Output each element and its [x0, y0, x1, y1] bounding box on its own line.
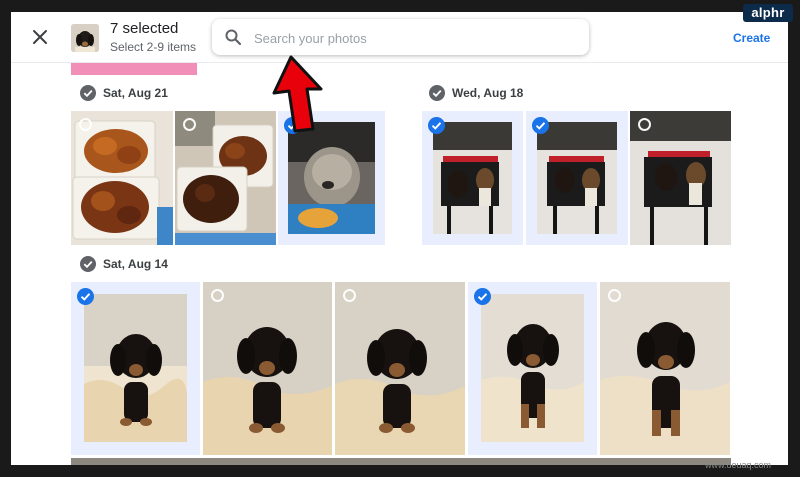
group-select-check-icon[interactable] [429, 85, 445, 101]
photo-tile[interactable] [175, 111, 276, 245]
select-circle-icon[interactable] [183, 118, 196, 131]
photo-tile-selected[interactable] [422, 111, 523, 245]
photo-picker-window: 7 selected Select 2-9 items Create Sat, … [11, 12, 788, 465]
selected-check-icon[interactable] [532, 117, 549, 134]
select-circle-icon[interactable] [343, 289, 356, 302]
date-label: Sat, Aug 14 [103, 257, 168, 271]
photo-tile-selected[interactable] [526, 111, 628, 245]
selection-header: 7 selected Select 2-9 items Create [11, 12, 788, 62]
search-icon [225, 29, 242, 46]
selected-check-icon[interactable] [77, 288, 94, 305]
partial-photo-above [71, 63, 197, 75]
selected-check-icon[interactable] [474, 288, 491, 305]
select-circle-icon[interactable] [79, 118, 92, 131]
photo-tile[interactable] [71, 111, 173, 245]
photo-tile[interactable] [630, 111, 731, 245]
photo-tile-selected[interactable] [468, 282, 597, 455]
photo-tile[interactable] [335, 282, 465, 455]
close-button[interactable] [29, 26, 51, 48]
group-select-check-icon[interactable] [80, 85, 96, 101]
select-circle-icon[interactable] [608, 289, 621, 302]
date-label: Wed, Aug 18 [452, 86, 524, 100]
selection-count: 7 selected [110, 20, 179, 37]
create-button[interactable]: Create [733, 31, 770, 45]
selection-thumbnail [71, 24, 99, 52]
photo-tile-selected[interactable] [71, 282, 200, 455]
close-icon [33, 30, 47, 44]
selection-hint: Select 2-9 items [110, 40, 197, 54]
brand-logo: alphr [743, 4, 793, 22]
next-row-partial [71, 458, 731, 465]
date-label: Sat, Aug 21 [103, 86, 168, 100]
group-select-check-icon[interactable] [80, 256, 96, 272]
photo-tile[interactable] [600, 282, 730, 455]
photo-tile[interactable] [203, 282, 332, 455]
select-circle-icon[interactable] [211, 289, 224, 302]
search-input[interactable] [252, 27, 576, 49]
search-box[interactable] [212, 19, 589, 55]
red-arrow-icon [272, 55, 323, 133]
watermark-text: www.deuaq.com [705, 460, 772, 470]
select-circle-icon[interactable] [638, 118, 651, 131]
selected-check-icon[interactable] [428, 117, 445, 134]
